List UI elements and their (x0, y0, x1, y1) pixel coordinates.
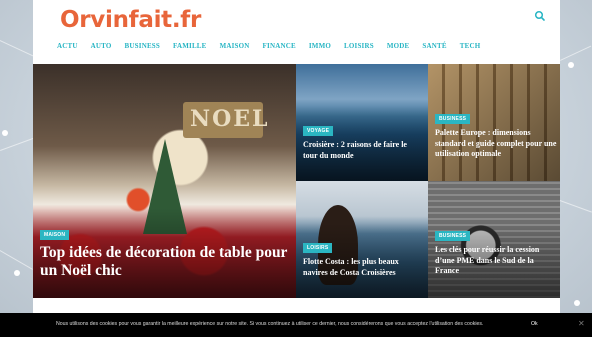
article-title[interactable]: Les clés pour réussir la cession d’une P… (435, 245, 559, 277)
article-title[interactable]: Top idées de décoration de table pour un… (40, 244, 290, 280)
noel-sign-lettering: NOEL (190, 106, 270, 132)
nav-item-immo[interactable]: IMMO (309, 42, 331, 50)
nav-item-loisirs[interactable]: LOISIRS (344, 42, 374, 50)
article-title[interactable]: Croisière : 2 raisons de faire le tour d… (303, 140, 423, 161)
network-line (0, 250, 33, 270)
site-header: Orvinfait.fr ACTU AUTO BUSINESS FAMILLE … (33, 0, 560, 64)
nav-item-auto[interactable]: AUTO (91, 42, 112, 50)
featured-grid: NOEL MAISON Top idées de décoration de t… (33, 64, 560, 298)
network-line (560, 45, 592, 61)
network-line (0, 137, 35, 151)
featured-article-palette[interactable]: BUSINESS Palette Europe : dimensions sta… (428, 64, 560, 181)
network-dot (14, 270, 20, 276)
category-badge[interactable]: MAISON (40, 230, 70, 240)
article-title[interactable]: Palette Europe : dimensions standard et … (435, 128, 559, 160)
close-icon[interactable]: ✕ (578, 319, 585, 328)
network-dot (2, 130, 8, 136)
category-badge[interactable]: BUSINESS (435, 231, 471, 241)
nav-item-tech[interactable]: TECH (460, 42, 481, 50)
featured-article-croisiere[interactable]: VOYAGE Croisière : 2 raisons de faire le… (296, 64, 428, 181)
nav-item-business[interactable]: BUSINESS (125, 42, 160, 50)
category-badge[interactable]: VOYAGE (303, 126, 334, 136)
nav-item-actu[interactable]: ACTU (57, 42, 78, 50)
page-container: Orvinfait.fr ACTU AUTO BUSINESS FAMILLE … (33, 0, 560, 337)
network-dot (574, 300, 580, 306)
main-nav: ACTU AUTO BUSINESS FAMILLE MAISON FINANC… (57, 42, 493, 50)
site-logo[interactable]: Orvinfait.fr (60, 7, 201, 33)
search-icon[interactable] (534, 10, 546, 22)
category-badge[interactable]: LOISIRS (303, 243, 333, 253)
cookie-banner: Nous utilisons des cookies pour vous gar… (0, 313, 592, 337)
nav-item-mode[interactable]: MODE (387, 42, 410, 50)
nav-item-sante[interactable]: SANTÉ (422, 42, 446, 50)
network-dot (568, 62, 574, 68)
cookie-message: Nous utilisons des cookies pour vous gar… (56, 321, 484, 327)
category-badge[interactable]: BUSINESS (435, 114, 471, 124)
article-title[interactable]: Flotte Costa : les plus beaux navires de… (303, 257, 425, 278)
network-line (559, 200, 592, 213)
featured-article-flotte[interactable]: LOISIRS Flotte Costa : les plus beaux na… (296, 181, 428, 298)
nav-item-famille[interactable]: FAMILLE (173, 42, 207, 50)
network-line (0, 40, 37, 58)
cookie-ok-button[interactable]: Ok (531, 321, 538, 327)
nav-item-maison[interactable]: MAISON (220, 42, 250, 50)
nav-item-finance[interactable]: FINANCE (263, 42, 296, 50)
featured-article-main[interactable]: NOEL MAISON Top idées de décoration de t… (33, 64, 296, 298)
featured-article-sud[interactable]: BUSINESS Les clés pour réussir la cessio… (428, 181, 560, 298)
